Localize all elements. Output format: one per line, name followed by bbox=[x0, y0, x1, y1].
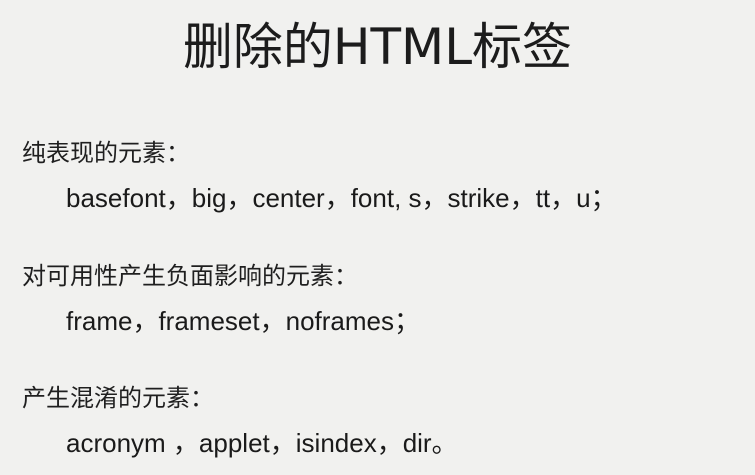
element-list: acronym ，applet，isindex，dir。 bbox=[66, 428, 458, 458]
slide: 删除的HTML标签 纯表现的元素： basefont，big，center，fo… bbox=[0, 0, 755, 475]
section-heading: 产生混淆的元素： bbox=[22, 384, 214, 412]
element-list: frame，frameset，noframes； bbox=[66, 306, 420, 336]
element-list: basefont，big，center，font, s，strike，tt，u； bbox=[66, 183, 617, 213]
section-usability-elements: 对可用性产生负面影响的元素： frame，frameset，noframes； bbox=[22, 259, 743, 339]
section-heading: 纯表现的元素： bbox=[22, 139, 190, 167]
section-presentational-elements: 纯表现的元素： basefont，big，center，font, s，stri… bbox=[22, 136, 743, 216]
slide-title: 删除的HTML标签 bbox=[182, 18, 573, 76]
section-heading: 对可用性产生负面影响的元素： bbox=[22, 262, 358, 290]
section-confusing-elements: 产生混淆的元素： acronym ，applet，isindex，dir。 bbox=[22, 381, 743, 461]
